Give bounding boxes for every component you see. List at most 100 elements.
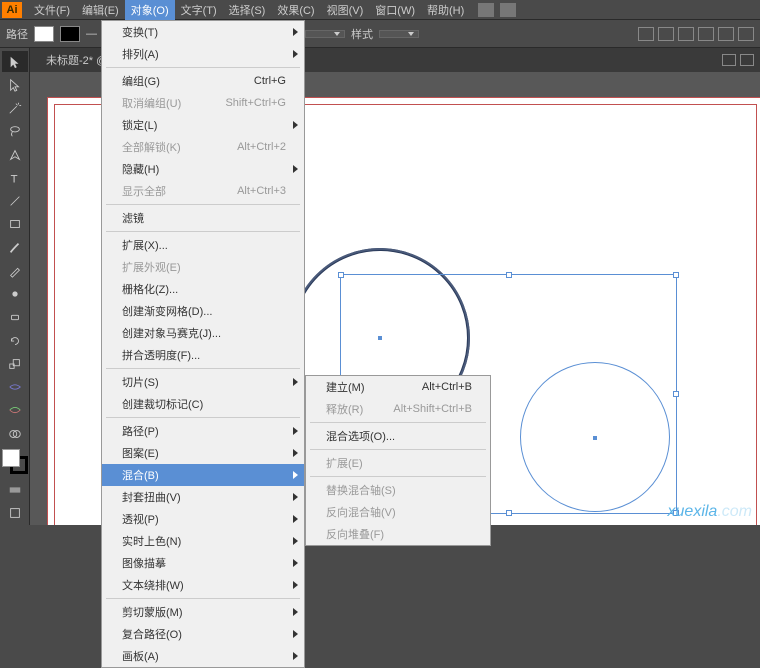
main-menu-bar: Ai 文件(F) 编辑(E) 对象(O) 文字(T) 选择(S) 效果(C) 视… bbox=[0, 0, 760, 20]
fill-stroke-indicator[interactable] bbox=[2, 449, 28, 474]
menu-hide[interactable]: 隐藏(H) bbox=[102, 158, 304, 180]
menu-blend[interactable]: 混合(B) bbox=[102, 464, 304, 486]
pen-tool[interactable] bbox=[2, 144, 28, 165]
pencil-tool[interactable] bbox=[2, 260, 28, 281]
menu-separator bbox=[106, 598, 300, 599]
menu-perspective[interactable]: 透视(P) bbox=[102, 508, 304, 530]
menu-type[interactable]: 文字(T) bbox=[175, 0, 223, 20]
menu-lock[interactable]: 锁定(L) bbox=[102, 114, 304, 136]
handle-e[interactable] bbox=[673, 391, 679, 397]
menu-path[interactable]: 路径(P) bbox=[102, 420, 304, 442]
submenu-replace-spine[interactable]: 替换混合轴(S) bbox=[306, 479, 490, 501]
menu-select[interactable]: 选择(S) bbox=[223, 0, 272, 20]
submenu-release[interactable]: 释放(R)Alt+Shift+Ctrl+B bbox=[306, 398, 490, 420]
menu-edit[interactable]: 编辑(E) bbox=[76, 0, 125, 20]
menu-envelope[interactable]: 封套扭曲(V) bbox=[102, 486, 304, 508]
paintbrush-tool[interactable] bbox=[2, 237, 28, 258]
scale-tool[interactable] bbox=[2, 353, 28, 374]
width-tool[interactable] bbox=[2, 377, 28, 398]
menu-live-paint[interactable]: 实时上色(N) bbox=[102, 530, 304, 552]
menu-artboards[interactable]: 画板(A) bbox=[102, 645, 304, 667]
handle-nw[interactable] bbox=[338, 272, 344, 278]
center-anchor-1 bbox=[378, 336, 382, 340]
top-icon-1[interactable] bbox=[478, 3, 494, 17]
menu-group[interactable]: 编组(G)Ctrl+G bbox=[102, 70, 304, 92]
menu-crop-marks[interactable]: 创建裁切标记(C) bbox=[102, 393, 304, 415]
style-label[interactable]: 样式 bbox=[351, 26, 373, 42]
direct-select-tool[interactable] bbox=[2, 74, 28, 95]
menu-expand[interactable]: 扩展(X)... bbox=[102, 234, 304, 256]
menu-pattern[interactable]: 图案(E) bbox=[102, 442, 304, 464]
menu-compound-path[interactable]: 复合路径(O) bbox=[102, 623, 304, 645]
stroke-swatch[interactable] bbox=[60, 26, 80, 42]
submenu-options[interactable]: 混合选项(O)... bbox=[306, 425, 490, 447]
submenu-expand[interactable]: 扩展(E) bbox=[306, 452, 490, 474]
isolate-icon[interactable] bbox=[678, 27, 694, 41]
tools-panel: T bbox=[0, 48, 30, 525]
rotate-tool[interactable] bbox=[2, 330, 28, 351]
rectangle-tool[interactable] bbox=[2, 214, 28, 235]
fill-swatch[interactable] bbox=[34, 26, 54, 42]
menu-separator bbox=[106, 368, 300, 369]
menu-unlock-all[interactable]: 全部解锁(K)Alt+Ctrl+2 bbox=[102, 136, 304, 158]
menu-effect[interactable]: 效果(C) bbox=[271, 0, 320, 20]
menu-file[interactable]: 文件(F) bbox=[28, 0, 76, 20]
menu-expand-appearance[interactable]: 扩展外观(E) bbox=[102, 256, 304, 278]
menu-separator bbox=[310, 476, 486, 477]
submenu-reverse-spine[interactable]: 反向混合轴(V) bbox=[306, 501, 490, 523]
menu-show-all[interactable]: 显示全部Alt+Ctrl+3 bbox=[102, 180, 304, 202]
menu-separator bbox=[106, 67, 300, 68]
shape-builder-tool[interactable] bbox=[2, 423, 28, 444]
svg-text:T: T bbox=[11, 173, 18, 185]
menu-object[interactable]: 对象(O) bbox=[125, 0, 175, 20]
lasso-tool[interactable] bbox=[2, 121, 28, 142]
menu-separator bbox=[106, 231, 300, 232]
object-dropdown-menu: 变换(T) 排列(A) 编组(G)Ctrl+G 取消编组(U)Shift+Ctr… bbox=[101, 20, 305, 668]
menu-image-trace[interactable]: 图像描摹 bbox=[102, 552, 304, 574]
menu-view[interactable]: 视图(V) bbox=[321, 0, 370, 20]
style-dropdown[interactable] bbox=[379, 30, 419, 38]
handle-s[interactable] bbox=[506, 510, 512, 516]
transform-icon[interactable] bbox=[658, 27, 674, 41]
opacity-dropdown[interactable] bbox=[305, 30, 345, 38]
line-tool[interactable] bbox=[2, 191, 28, 212]
menu-arrange[interactable]: 排列(A) bbox=[102, 43, 304, 65]
menu-window[interactable]: 窗口(W) bbox=[369, 0, 421, 20]
fill-color-box[interactable] bbox=[2, 449, 20, 467]
menu-separator bbox=[310, 449, 486, 450]
pathfinder-label: 路径 bbox=[6, 26, 28, 42]
menu-rasterize[interactable]: 栅格化(Z)... bbox=[102, 278, 304, 300]
handle-n[interactable] bbox=[506, 272, 512, 278]
submenu-reverse-front[interactable]: 反向堆叠(F) bbox=[306, 523, 490, 545]
gradient-indicator[interactable] bbox=[2, 479, 28, 500]
menu-clipping-mask[interactable]: 剪切蒙版(M) bbox=[102, 601, 304, 623]
selection-tool[interactable] bbox=[2, 51, 28, 72]
submenu-make[interactable]: 建立(M)Alt+Ctrl+B bbox=[306, 376, 490, 398]
menu-filters[interactable]: 滤镜 bbox=[102, 207, 304, 229]
align-icon[interactable] bbox=[638, 27, 654, 41]
menu-help[interactable]: 帮助(H) bbox=[421, 0, 470, 20]
tab-nav-icon[interactable] bbox=[722, 54, 736, 66]
eraser-tool[interactable] bbox=[2, 307, 28, 328]
blend-submenu: 建立(M)Alt+Ctrl+B 释放(R)Alt+Shift+Ctrl+B 混合… bbox=[305, 375, 491, 546]
menu-mosaic[interactable]: 创建对象马赛克(J)... bbox=[102, 322, 304, 344]
menu-separator bbox=[106, 417, 300, 418]
menu-transform[interactable]: 变换(T) bbox=[102, 21, 304, 43]
magic-wand-tool[interactable] bbox=[2, 98, 28, 119]
menu-gradient-mesh[interactable]: 创建渐变网格(D)... bbox=[102, 300, 304, 322]
top-icon-2[interactable] bbox=[500, 3, 516, 17]
tab-nav-icon-2[interactable] bbox=[740, 54, 754, 66]
screen-mode-tool[interactable] bbox=[2, 503, 28, 524]
edit-icon[interactable] bbox=[698, 27, 714, 41]
handle-ne[interactable] bbox=[673, 272, 679, 278]
menu-ungroup[interactable]: 取消编组(U)Shift+Ctrl+G bbox=[102, 92, 304, 114]
menu-text-wrap[interactable]: 文本绕排(W) bbox=[102, 574, 304, 596]
arrange-icon-2[interactable] bbox=[738, 27, 754, 41]
center-anchor-2 bbox=[593, 436, 597, 440]
type-tool[interactable]: T bbox=[2, 167, 28, 188]
menu-slice[interactable]: 切片(S) bbox=[102, 371, 304, 393]
arrange-icon-1[interactable] bbox=[718, 27, 734, 41]
menu-flatten[interactable]: 拼合透明度(F)... bbox=[102, 344, 304, 366]
blob-brush-tool[interactable] bbox=[2, 284, 28, 305]
free-transform-tool[interactable] bbox=[2, 400, 28, 421]
